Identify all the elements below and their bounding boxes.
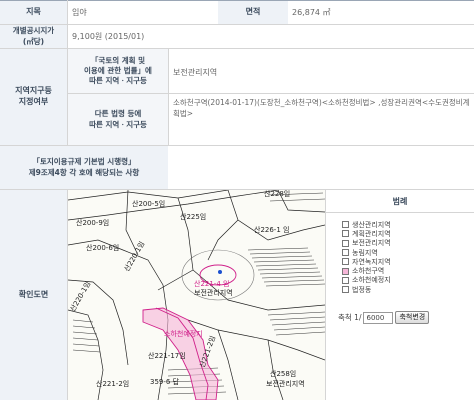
national-zoning-value: 보전관리지역 [173, 68, 218, 77]
scale-prefix: 축척 1/ [338, 313, 362, 322]
map-label-8: 산200-6임 [86, 243, 119, 252]
legend-swatch [342, 249, 349, 257]
map-label: 확인도면 [0, 190, 67, 400]
map-drawing: 산228일 산200-5임 산200-9임 산225임 산226-1 임 산22… [68, 190, 325, 400]
map-label-4: 산225임 [180, 212, 206, 221]
other-zoning-value: 소하천구역(2014-01-17)(도장천_소하천구역)<소하천정비법> ,성장… [173, 98, 470, 118]
article9-label: 「토지이용규제 기본법 시행령」 제9조제4항 각 호에 해당되는 사항 [0, 146, 168, 189]
map-label-11: 산221-17임 [148, 351, 186, 360]
scale-input[interactable]: 6000 [363, 311, 394, 324]
scale-change-button[interactable]: 축척변경 [395, 311, 430, 324]
legend-item: 생산관리지역 [342, 220, 391, 229]
map-label-16: 소하천예정지 [164, 329, 203, 338]
map-label-7: 보전관리지역 [194, 288, 233, 297]
map-label-17: 보전관리지역 [266, 379, 305, 388]
legend-item: 소하천예정지 [342, 276, 391, 285]
legend-item-label: 법정동 [352, 285, 372, 294]
map-label-3: 산200-9임 [76, 218, 109, 227]
legend-item: 법정동 [342, 285, 391, 294]
article9-value [169, 146, 474, 189]
map-label-1: 산228일 [264, 190, 290, 198]
legend-swatch [342, 230, 349, 238]
map-label-2: 산200-5임 [132, 199, 165, 208]
legend-title: 범례 [392, 196, 408, 206]
other-zoning-label: 다른 법령 등에 따른 지역ㆍ지구등 [68, 94, 168, 145]
area-value: 26,874 ㎡ [292, 7, 331, 17]
scale-control: 축척 1/ 6000 축척변경 [338, 311, 430, 324]
legend-item: 자연녹지지역 [342, 257, 391, 266]
map-label-15: 산221-2임 [96, 379, 129, 388]
map-label-6: 산221-4 임 [194, 279, 229, 288]
price-value: 9,100원 (2015/01) [72, 31, 145, 41]
legend-swatch [342, 239, 349, 247]
map-label-14: 산258임 [270, 369, 296, 378]
cadastral-map[interactable]: 산228일 산200-5임 산200-9임 산225임 산226-1 임 산22… [68, 190, 325, 400]
legend-item: 농림지역 [342, 248, 391, 257]
legend-item: 계획관리지역 [342, 229, 391, 238]
legend-swatch [342, 267, 349, 275]
zoning-label: 지역지구등 지정여부 [0, 49, 67, 145]
area-label: 면적 [218, 1, 288, 24]
national-zoning-label: 「국토의 계획 및 이용에 관한 법률」에 따른 지역ㆍ지구등 [68, 49, 168, 93]
legend-item: 소하천구역 [342, 266, 391, 275]
jimok-label: 지목 [0, 1, 67, 24]
map-label-13: 359-6 답 [150, 377, 180, 386]
legend-divider [326, 212, 474, 213]
legend-list: 생산관리지역 계획관리지역 보전관리지역 농림지역 자연녹지지역 소하천구역 소… [342, 220, 391, 294]
jimok-value: 임야 [72, 7, 87, 17]
legend-swatch [342, 276, 349, 284]
map-label-5: 산226-1 임 [254, 225, 289, 234]
map-legend: 범례 생산관리지역 계획관리지역 보전관리지역 농림지역 자연녹지지역 소하천구… [326, 190, 474, 400]
legend-item: 보전관리지역 [342, 239, 391, 248]
price-label: 개별공시지가 (㎡당) [0, 25, 67, 48]
legend-swatch [342, 258, 349, 266]
legend-swatch [342, 221, 349, 229]
legend-swatch [342, 286, 349, 294]
